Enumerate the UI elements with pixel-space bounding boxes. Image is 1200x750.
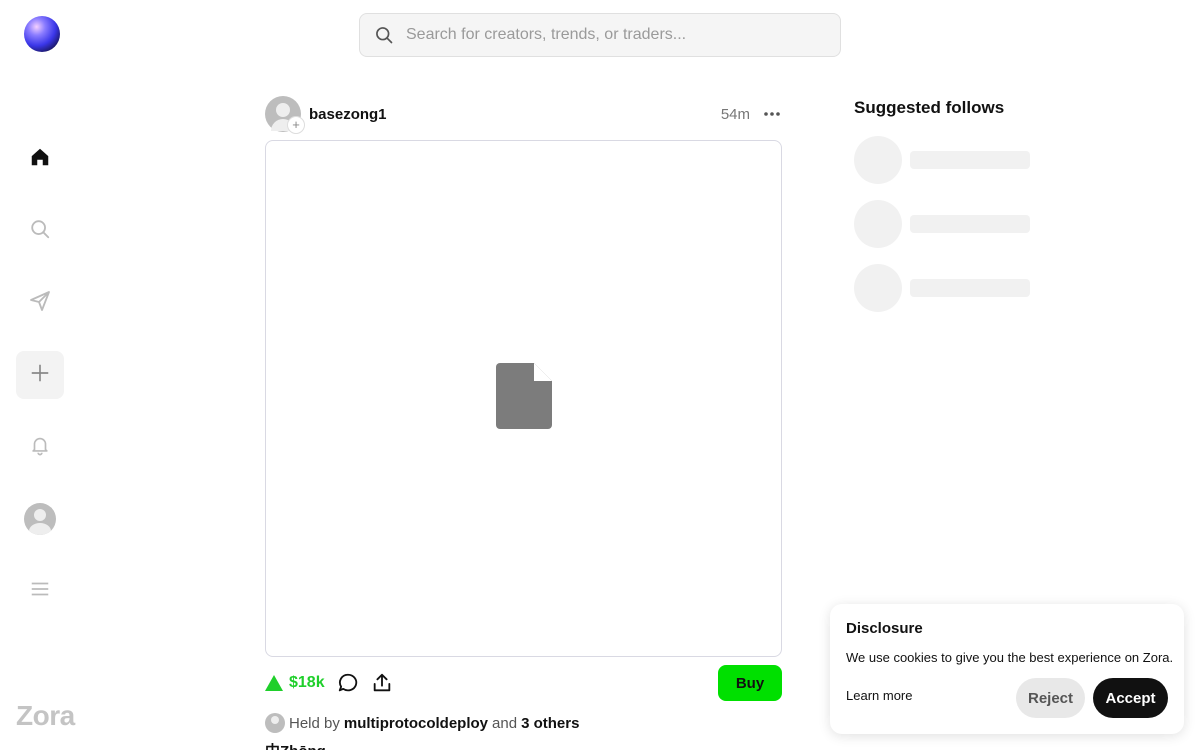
suggested-skeleton-row bbox=[854, 264, 1034, 312]
held-prefix: Held by bbox=[289, 714, 340, 732]
plus-icon bbox=[29, 362, 51, 389]
post-caption: 中Zhōng bbox=[265, 740, 326, 750]
bell-icon bbox=[29, 434, 51, 461]
search-input[interactable] bbox=[406, 26, 826, 44]
up-triangle-icon bbox=[265, 675, 283, 691]
home-icon bbox=[29, 146, 51, 173]
nav-menu[interactable] bbox=[16, 567, 64, 615]
suggested-skeleton-row bbox=[854, 136, 1034, 184]
price-value: $18k bbox=[289, 674, 325, 691]
nav-home[interactable] bbox=[16, 135, 64, 183]
post-timestamp: 54m bbox=[720, 105, 750, 123]
post-author-avatar[interactable]: + bbox=[265, 96, 305, 134]
held-and: and bbox=[492, 714, 518, 732]
post-header: + basezong1 54m bbox=[265, 96, 782, 134]
zora-wordmark: Zora bbox=[16, 700, 75, 731]
nav-create[interactable] bbox=[16, 351, 64, 399]
accept-button[interactable]: Accept bbox=[1093, 678, 1168, 718]
cookie-message: We use cookies to give you the best expe… bbox=[846, 650, 1174, 665]
price-change[interactable]: $18k bbox=[265, 674, 325, 692]
comment-icon[interactable] bbox=[337, 672, 359, 694]
share-icon[interactable] bbox=[371, 672, 393, 694]
held-by: Held by multiprotocoldeploy and 3 others bbox=[265, 713, 583, 733]
menu-icon bbox=[29, 578, 51, 605]
buy-button[interactable]: Buy bbox=[718, 665, 782, 701]
nav-search[interactable] bbox=[16, 207, 64, 255]
held-others[interactable]: 3 others bbox=[521, 715, 579, 732]
post-username[interactable]: basezong1 bbox=[309, 106, 387, 123]
more-options-icon[interactable] bbox=[762, 104, 782, 124]
avatar-icon bbox=[24, 503, 56, 535]
file-icon bbox=[495, 363, 552, 434]
post-actions: $18k Buy bbox=[265, 665, 782, 701]
holder-avatar bbox=[265, 713, 285, 733]
follow-plus-icon[interactable]: + bbox=[287, 116, 305, 134]
search-icon bbox=[29, 218, 51, 245]
learn-more-link[interactable]: Learn more bbox=[846, 688, 912, 703]
suggested-skeleton-row bbox=[854, 200, 1034, 248]
held-by-user[interactable]: multiprotocoldeploy bbox=[344, 715, 488, 732]
nav-notifications[interactable] bbox=[16, 423, 64, 471]
zora-logo[interactable] bbox=[24, 16, 60, 52]
cookie-title: Disclosure bbox=[846, 620, 923, 637]
post-media[interactable] bbox=[265, 140, 782, 657]
nav-messages[interactable] bbox=[16, 279, 64, 327]
cookie-disclosure: Disclosure We use cookies to give you th… bbox=[830, 604, 1184, 734]
send-icon bbox=[28, 289, 52, 318]
nav-profile[interactable] bbox=[16, 495, 64, 543]
suggested-follows-title: Suggested follows bbox=[854, 98, 1005, 117]
search-bar[interactable] bbox=[359, 13, 841, 57]
search-icon bbox=[374, 25, 394, 45]
reject-button[interactable]: Reject bbox=[1016, 678, 1085, 718]
